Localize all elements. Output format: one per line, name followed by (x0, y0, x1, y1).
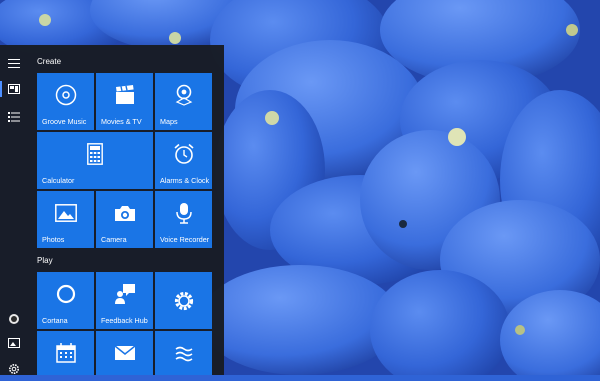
hamburger-icon (8, 59, 20, 68)
tile-photos[interactable]: Photos (37, 191, 94, 248)
photos-tile-icon (54, 203, 77, 222)
settings-gear-icon (174, 291, 193, 310)
tile-label: Maps (160, 117, 178, 126)
tile-alarms-clock[interactable]: Alarms & Clock (155, 132, 212, 189)
tile-label: Movies & TV (101, 117, 142, 126)
tile-groove-music[interactable]: Groove Music (37, 73, 94, 130)
tile-camera[interactable]: Camera (96, 191, 153, 248)
tile-label: Photos (42, 235, 65, 244)
tiles-icon (8, 84, 20, 94)
tile-label: Voice Recorder (160, 235, 210, 244)
calculator-icon (87, 142, 103, 165)
list-icon (8, 112, 20, 122)
calendar-icon (55, 343, 76, 363)
expand-menu-button[interactable] (0, 51, 28, 75)
tile-settings[interactable] (155, 272, 212, 329)
tile-label: Groove Music (42, 117, 87, 126)
group-label-create: Create (37, 57, 62, 66)
start-left-rail (0, 45, 28, 375)
movies-clapperboard-icon (115, 84, 134, 104)
tile-label: Feedback Hub (101, 316, 148, 325)
tile-weather[interactable] (155, 331, 212, 375)
tile-label: Alarms & Clock (160, 176, 210, 185)
group-label-play: Play (37, 256, 53, 265)
tile-maps[interactable]: Maps (155, 73, 212, 130)
cortana-icon (56, 284, 75, 303)
tile-label: Camera (101, 235, 127, 244)
groove-music-icon (55, 84, 76, 105)
pictures-button[interactable] (0, 331, 28, 355)
account-icon (9, 314, 19, 324)
tile-cortana[interactable]: Cortana (37, 272, 94, 329)
tile-voice-recorder[interactable]: Voice Recorder (155, 191, 212, 248)
tile-movies-tv[interactable]: Movies & TV (96, 73, 153, 130)
pinned-tiles-button[interactable] (0, 77, 28, 101)
settings-icon (9, 364, 19, 374)
tile-feedback-hub[interactable]: Feedback Hub (96, 272, 153, 329)
start-menu: Create Groove Music Movies & TV Maps Cal… (0, 45, 224, 375)
settings-rail-button[interactable] (0, 357, 28, 381)
alarm-clock-icon (173, 143, 194, 164)
tile-calculator[interactable]: Calculator (37, 132, 153, 189)
tile-label: Calculator (42, 176, 75, 185)
microphone-icon (175, 202, 192, 224)
mail-icon (114, 345, 135, 360)
weather-wind-icon (175, 346, 192, 362)
feedback-hub-icon (114, 283, 135, 304)
tile-label: Cortana (42, 316, 68, 325)
photos-icon (8, 338, 20, 348)
tile-calendar[interactable] (37, 331, 94, 375)
account-button[interactable] (0, 307, 28, 331)
camera-icon (114, 205, 135, 221)
tile-mail[interactable] (96, 331, 153, 375)
all-apps-button[interactable] (0, 105, 28, 129)
maps-icon (175, 84, 192, 106)
